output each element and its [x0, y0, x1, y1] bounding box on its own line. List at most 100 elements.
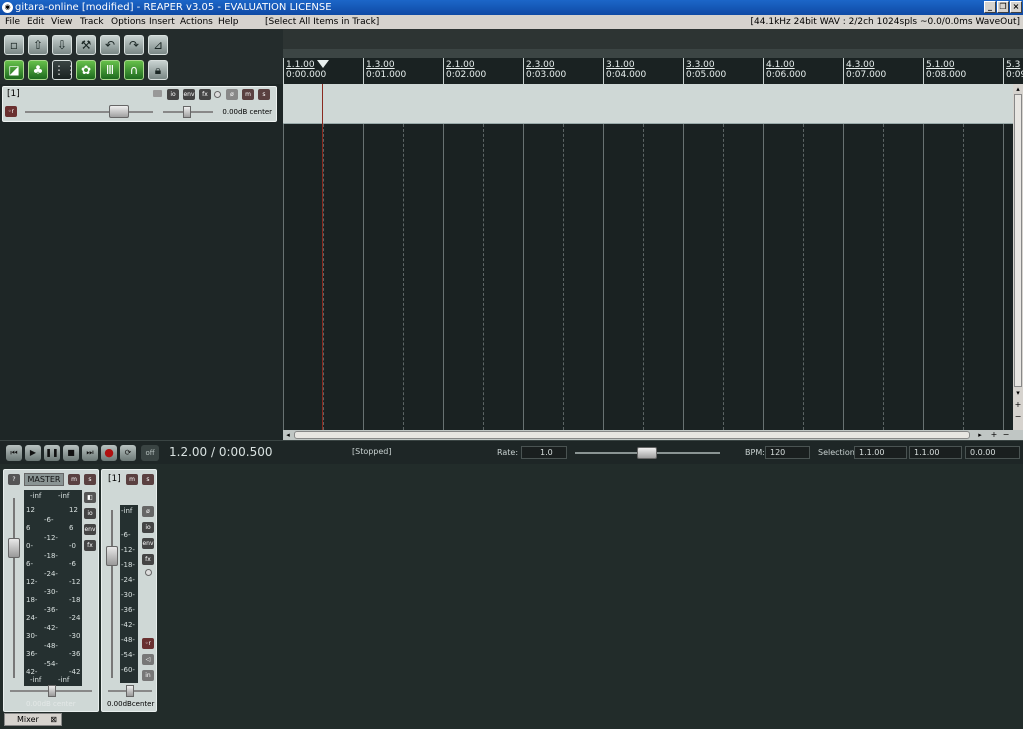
mixer-track-mute-button[interactable]: m	[126, 474, 138, 485]
mixer-track-name[interactable]: [1]	[108, 474, 121, 484]
playhead-marker-icon[interactable]	[317, 60, 329, 68]
save-project-icon[interactable]: ⇩	[52, 35, 72, 55]
bpm-field[interactable]: 120	[765, 446, 810, 459]
track-env-button[interactable]: env	[183, 89, 195, 100]
mixer-tab[interactable]: Mixer ⊠	[4, 713, 62, 726]
scroll-right-icon[interactable]: ▸	[975, 430, 985, 440]
master-solo-button[interactable]: s	[84, 474, 96, 485]
menu-actions[interactable]: Actions	[180, 15, 213, 29]
minimize-button[interactable]: _	[984, 1, 996, 13]
repeat-icon[interactable]: ⟳	[120, 445, 136, 461]
record-icon[interactable]: ●	[101, 445, 117, 461]
ruler-marker: 3.3.00 0:05.000	[683, 58, 726, 84]
mixer-track-io-button[interactable]: io	[142, 522, 154, 533]
maximize-button[interactable]: ❐	[997, 1, 1009, 13]
grid-line	[723, 124, 724, 430]
zoom-out-horizontal-icon[interactable]: −	[1001, 430, 1011, 440]
menu-view[interactable]: View	[51, 15, 72, 29]
mixer-track-fader-thumb[interactable]	[106, 546, 118, 566]
horizontal-scroll-thumb[interactable]	[294, 431, 970, 439]
zoom-out-vertical-icon[interactable]: −	[1013, 412, 1023, 422]
master-fader-track[interactable]	[13, 498, 15, 678]
stop-icon[interactable]: ■	[63, 445, 79, 461]
track-record-monitor-button[interactable]: ◦r	[5, 106, 17, 117]
ruler-top-band	[283, 29, 1023, 49]
selection-start-field[interactable]: 1.1.00	[854, 446, 907, 459]
menu-options[interactable]: Options	[111, 15, 146, 29]
menu-edit[interactable]: Edit	[27, 15, 44, 29]
grouping-icon[interactable]: ♣	[28, 60, 48, 80]
track-header[interactable]: [1] io env fx ø m s ◦r 0.00dB center	[2, 86, 277, 122]
record-mode-button[interactable]: off	[141, 445, 159, 461]
scroll-up-icon[interactable]: ▴	[1013, 84, 1023, 94]
mixer-track-fx-button[interactable]: fx	[142, 554, 154, 565]
close-button[interactable]: ×	[1010, 1, 1022, 13]
zoom-in-horizontal-icon[interactable]: +	[989, 430, 999, 440]
metronome-icon[interactable]: ⊿	[148, 35, 168, 55]
region-marker-lane[interactable]	[283, 49, 1023, 58]
new-project-icon[interactable]: ▫	[4, 35, 24, 55]
track-fx-button[interactable]: fx	[199, 89, 211, 100]
master-pan-thumb[interactable]	[48, 685, 56, 697]
loop-icon[interactable]: ∩	[124, 60, 144, 80]
master-mono-button[interactable]: ◧	[84, 492, 96, 503]
scroll-left-icon[interactable]: ◂	[283, 430, 293, 440]
lock-icon[interactable]: 🔒︎	[148, 60, 168, 80]
play-icon[interactable]: ▶	[25, 445, 41, 461]
volume-slider-thumb[interactable]	[109, 105, 129, 118]
open-project-icon[interactable]: ⇧	[28, 35, 48, 55]
go-to-end-icon[interactable]: ⏭	[82, 445, 98, 461]
menu-file[interactable]: File	[5, 15, 20, 29]
selection-end-field[interactable]: 1.1.00	[909, 446, 962, 459]
master-env-button[interactable]: env	[84, 524, 96, 535]
zoom-in-vertical-icon[interactable]: +	[1013, 400, 1023, 410]
undo-icon[interactable]: ↶	[100, 35, 120, 55]
track-phase-button[interactable]: ø	[226, 89, 238, 100]
go-to-start-icon[interactable]: ⏮	[6, 445, 22, 461]
close-icon[interactable]: ⊠	[50, 714, 57, 726]
track-io-button[interactable]: io	[167, 89, 179, 100]
record-arm-icon[interactable]	[214, 91, 221, 98]
envelope-icon[interactable]: ◪	[4, 60, 24, 80]
mixer-track-pan-thumb[interactable]	[126, 685, 134, 697]
mixer-track-env-button[interactable]: env	[142, 538, 154, 549]
pause-icon[interactable]: ❚❚	[44, 445, 60, 461]
project-settings-icon[interactable]: ⚒	[76, 35, 96, 55]
mixer-track-solo-button[interactable]: s	[142, 474, 154, 485]
master-routing-button[interactable]: ?	[8, 474, 20, 485]
mixer-track-input-button[interactable]: ◁	[142, 654, 154, 665]
time-display[interactable]: 1.2.00 / 0:00.500	[169, 445, 273, 459]
selection-length-field[interactable]: 0.0.00	[965, 446, 1020, 459]
rate-slider-thumb[interactable]	[637, 447, 657, 459]
track-name[interactable]: [1]	[7, 89, 20, 99]
mixer-track-mode-button[interactable]: in	[142, 670, 154, 681]
horizontal-scrollbar[interactable]: ◂ ▸ + −	[283, 430, 1023, 440]
mixer-track-fader-track[interactable]	[111, 510, 113, 678]
menu-insert[interactable]: Insert	[149, 15, 175, 29]
track-lane[interactable]	[283, 84, 1013, 124]
redo-icon[interactable]: ↷	[124, 35, 144, 55]
vertical-scroll-thumb[interactable]	[1014, 94, 1022, 387]
grid-snap-icon[interactable]: ⋮⋮	[52, 60, 77, 80]
pan-slider-thumb[interactable]	[183, 106, 191, 118]
folder-icon[interactable]	[153, 90, 162, 97]
timeline-ruler[interactable]: 1.1.00 0:00.000 1.3.00 0:01.000 2.1.00 0:02…	[283, 58, 1023, 84]
rate-field[interactable]: 1.0	[521, 446, 567, 459]
master-mute-button[interactable]: m	[68, 474, 80, 485]
master-fx-button[interactable]: fx	[84, 540, 96, 551]
master-fader-thumb[interactable]	[8, 538, 20, 558]
menu-help[interactable]: Help	[218, 15, 239, 29]
vertical-scrollbar[interactable]: ▴ ▾ + −	[1013, 84, 1023, 430]
mixer-track-arm-icon[interactable]	[145, 569, 152, 576]
arrange-view[interactable]	[283, 84, 1013, 430]
track-mute-button[interactable]: m	[242, 89, 254, 100]
master-io-button[interactable]: io	[84, 508, 96, 519]
ripple-edit-icon[interactable]: ✿	[76, 60, 96, 80]
menu-track[interactable]: Track	[80, 15, 104, 29]
mixer-track-phase-button[interactable]: ø	[142, 506, 154, 517]
volume-slider-track[interactable]	[25, 111, 153, 113]
mixer-track-monitor-button[interactable]: ◦r	[142, 638, 154, 649]
crossfade-icon[interactable]: Ⅲ	[100, 60, 120, 80]
track-solo-button[interactable]: s	[258, 89, 270, 100]
scroll-down-icon[interactable]: ▾	[1013, 388, 1023, 398]
